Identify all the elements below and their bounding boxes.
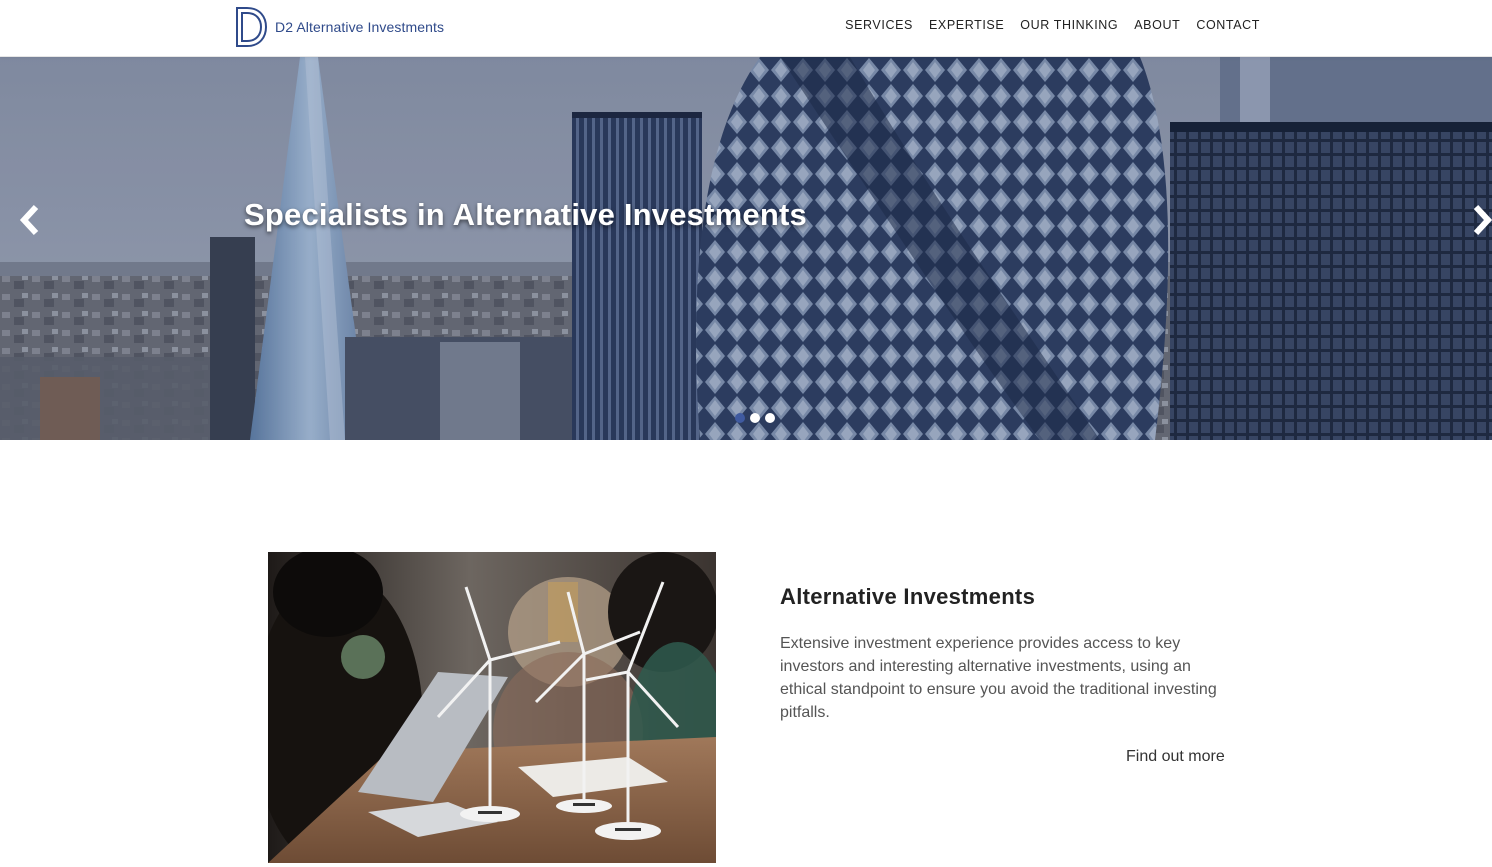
feature-title: Alternative Investments	[780, 584, 1036, 609]
carousel-dot-1[interactable]	[735, 413, 745, 423]
carousel-dot-2[interactable]	[750, 413, 760, 423]
nav-item-services[interactable]: SERVICES	[845, 18, 913, 32]
chevron-left-icon	[19, 203, 41, 242]
hero-carousel: Specialists in Alternative Investments	[0, 57, 1492, 440]
feature-description: Extensive investment experience provides…	[780, 635, 1217, 721]
carousel-next-button[interactable]	[1466, 202, 1492, 242]
hero-title: Specialists in Alternative Investments	[244, 197, 807, 232]
d2-logo-icon	[234, 6, 268, 48]
nav-item-about[interactable]: ABOUT	[1134, 18, 1180, 32]
nav-item-expertise[interactable]: EXPERTISE	[929, 18, 1004, 32]
feature-image	[268, 552, 716, 863]
main-nav: SERVICES EXPERTISE OUR THINKING ABOUT CO…	[845, 18, 1260, 32]
nav-item-our-thinking[interactable]: OUR THINKING	[1020, 18, 1118, 32]
carousel-prev-button[interactable]	[14, 202, 46, 242]
carousel-indicators	[735, 413, 775, 423]
nav-item-contact[interactable]: CONTACT	[1196, 18, 1260, 32]
site-header: D2 Alternative Investments SERVICES EXPE…	[0, 0, 1492, 57]
find-out-more-link[interactable]: Find out more	[1126, 748, 1225, 766]
carousel-dot-3[interactable]	[765, 413, 775, 423]
brand-logo[interactable]: D2 Alternative Investments	[234, 6, 444, 48]
hero-background-image	[0, 57, 1492, 440]
chevron-right-icon	[1471, 203, 1492, 242]
brand-name: D2 Alternative Investments	[275, 19, 445, 35]
